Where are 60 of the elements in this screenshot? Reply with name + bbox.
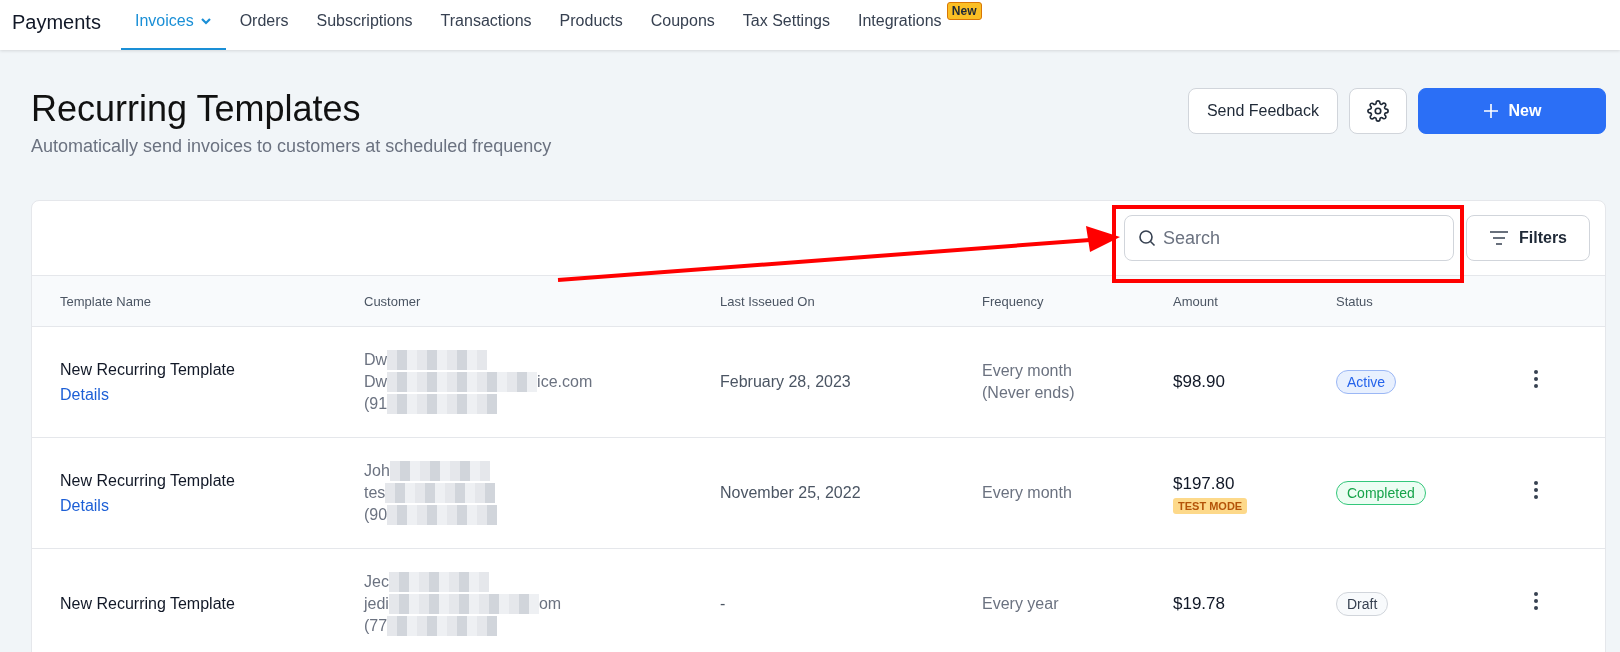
frequency-text: Every year <box>982 594 1060 614</box>
amount: $197.80 <box>1173 472 1236 495</box>
customer-text: Jec <box>364 572 389 592</box>
nav-tab[interactable]: Transactions <box>426 0 546 50</box>
plus-icon <box>1482 103 1499 119</box>
column-header: Status <box>1336 293 1374 309</box>
filters-button[interactable]: Filters <box>1466 215 1590 261</box>
page-subtitle: Automatically send invoices to customers at scheduled frequency <box>31 136 552 157</box>
details-link[interactable]: Details <box>60 383 364 406</box>
search-field[interactable]: Search <box>1124 215 1454 261</box>
settings-icon <box>1367 100 1389 122</box>
column-header: Amount <box>1173 293 1219 309</box>
status-badge: Active <box>1336 370 1397 394</box>
template-name: New Recurring Template <box>60 470 236 491</box>
customer-text: (77 <box>364 616 388 636</box>
nav-tab[interactable]: Orders <box>225 0 303 50</box>
new-badge: New <box>946 2 982 20</box>
customer-text: om <box>538 594 562 614</box>
column-header: Last Isseued On <box>720 293 816 309</box>
nav-tab[interactable]: Subscriptions <box>302 0 427 50</box>
last-issued-date: - <box>720 594 727 614</box>
search-icon <box>1138 229 1156 247</box>
column-header: Frequency <box>982 293 1045 309</box>
test-mode-badge: TEST MODE <box>1173 497 1248 514</box>
nav-tab[interactable]: Products <box>545 0 637 50</box>
settings-button[interactable] <box>1349 88 1407 134</box>
customer-text: Dw <box>364 350 388 370</box>
amount: $98.90 <box>1173 371 1226 393</box>
more-icon <box>1534 370 1538 388</box>
customer-text: ice.com <box>537 372 593 392</box>
customer-text: Joh <box>364 461 390 481</box>
customer-text: (91 <box>364 394 388 414</box>
app-title: Payments <box>12 9 101 35</box>
nav-tab[interactable]: Coupons <box>636 0 729 50</box>
nav-tab[interactable]: Invoices <box>120 0 226 50</box>
column-header: Customer <box>364 293 422 309</box>
nav-tab[interactable]: Integrations New <box>843 0 990 50</box>
frequency-text: Every month <box>982 483 1073 503</box>
customer-text: (90 <box>364 505 388 525</box>
template-name: New Recurring Template <box>60 594 236 614</box>
page-title: Recurring Templates <box>31 88 362 130</box>
amount: $19.78 <box>1173 593 1226 615</box>
frequency-text: (Never ends) <box>982 383 1076 403</box>
new-button[interactable]: New <box>1418 88 1606 134</box>
filter-icon <box>1489 230 1509 246</box>
last-issued-date: November 25, 2022 <box>720 483 862 503</box>
details-link[interactable]: Details <box>60 494 364 517</box>
last-issued-date: February 28, 2023 <box>720 372 852 392</box>
customer-text: Dw <box>364 372 388 392</box>
template-name: New Recurring Template <box>60 359 236 380</box>
send-feedback-button[interactable]: Send Feedback <box>1187 88 1338 134</box>
status-badge: Draft <box>1336 592 1389 616</box>
nav-tab[interactable]: Tax Settings <box>728 0 844 50</box>
column-header: Template Name <box>60 293 153 309</box>
status-badge: Completed <box>1336 481 1426 505</box>
more-icon <box>1534 592 1538 610</box>
customer-text: jedi <box>364 594 389 614</box>
frequency-text: Every month <box>982 361 1073 381</box>
customer-text: tes <box>364 483 386 503</box>
more-icon <box>1534 481 1538 499</box>
